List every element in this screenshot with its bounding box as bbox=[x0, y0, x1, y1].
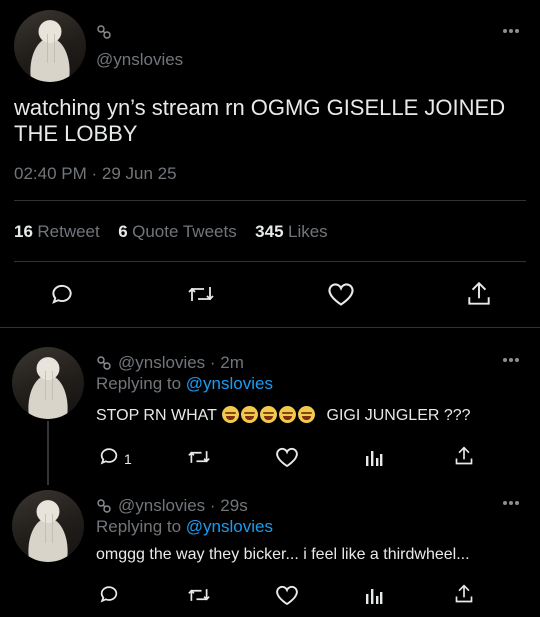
reply-bubble-icon[interactable] bbox=[98, 583, 120, 605]
tweet-text: watching yn’s stream rn OGMG GISELLE JOI… bbox=[14, 95, 505, 147]
reply-text-before: STOP RN WHAT bbox=[96, 407, 217, 424]
heart-icon[interactable] bbox=[327, 281, 355, 307]
reply-header: @ynslovies · 29s bbox=[118, 496, 248, 516]
avatar[interactable] bbox=[12, 490, 84, 562]
link-chain-icon bbox=[96, 355, 112, 371]
avatar[interactable] bbox=[12, 347, 84, 419]
avatar[interactable] bbox=[14, 10, 86, 82]
retweet-icon[interactable] bbox=[187, 446, 211, 468]
quotes-count: 6 bbox=[118, 222, 128, 241]
loudly-crying-emoji-icon bbox=[222, 406, 240, 423]
likes-stat[interactable]: 345 Likes bbox=[255, 222, 328, 241]
heart-icon[interactable] bbox=[275, 446, 299, 468]
reply-time: · 2m bbox=[209, 353, 244, 372]
reply-bubble-icon[interactable] bbox=[98, 445, 120, 467]
loudly-crying-emoji-icon bbox=[298, 406, 316, 423]
tweet-stats: 16 Retweet 6 Quote Tweets 345 Likes bbox=[14, 222, 328, 242]
analytics-bars-icon[interactable] bbox=[365, 585, 383, 605]
share-icon[interactable] bbox=[466, 280, 492, 308]
link-chain-icon bbox=[96, 24, 112, 40]
more-horizontal-icon[interactable] bbox=[502, 357, 520, 363]
reply-header: @ynslovies · 2m bbox=[118, 353, 244, 373]
tweet-time: 02:40 PM bbox=[14, 164, 87, 183]
replying-to-link[interactable]: @ynslovies bbox=[186, 517, 273, 536]
tweet-text-line1: watching yn’s stream rn OGMG GISELLE JOI… bbox=[14, 95, 506, 120]
more-horizontal-icon[interactable] bbox=[502, 28, 520, 34]
tweet-text-line2: THE LOBBY bbox=[14, 121, 138, 146]
loudly-crying-emoji-icon bbox=[279, 406, 297, 423]
reply-count: 1 bbox=[124, 451, 132, 467]
more-horizontal-icon[interactable] bbox=[502, 500, 520, 506]
retweets-stat[interactable]: 16 Retweet bbox=[14, 222, 104, 241]
tweet-handle[interactable]: @ynslovies bbox=[96, 50, 183, 70]
reply-text: omggg the way they bicker... i feel like… bbox=[96, 546, 470, 563]
divider bbox=[14, 261, 526, 262]
reply-text-after: GIGI JUNGLER ??? bbox=[326, 407, 471, 424]
quotes-label: Quote Tweets bbox=[132, 222, 237, 241]
thread-line bbox=[47, 421, 49, 485]
divider bbox=[14, 200, 526, 201]
heart-icon[interactable] bbox=[275, 584, 299, 606]
tweet-date: 29 Jun 25 bbox=[101, 164, 177, 183]
replying-to: Replying to @ynslovies bbox=[96, 517, 273, 537]
retweets-label: Retweet bbox=[37, 222, 100, 241]
link-chain-icon bbox=[96, 498, 112, 514]
share-icon[interactable] bbox=[454, 583, 474, 605]
reply-text: STOP RN WHAT GIGI JUNGLER ??? bbox=[96, 406, 471, 425]
replying-to-link[interactable]: @ynslovies bbox=[186, 374, 273, 393]
reply-handle[interactable]: @ynslovies bbox=[118, 353, 205, 372]
replying-to-prefix: Replying to bbox=[96, 374, 182, 393]
loudly-crying-emoji-icon bbox=[260, 406, 278, 423]
reply-time: · 29s bbox=[209, 496, 248, 515]
quotes-stat[interactable]: 6 Quote Tweets bbox=[118, 222, 241, 241]
retweet-icon[interactable] bbox=[187, 281, 215, 307]
loudly-crying-emoji-icon bbox=[241, 406, 259, 423]
reply-bubble-icon[interactable] bbox=[49, 281, 75, 307]
emoji-group bbox=[221, 406, 320, 424]
separator-dot: · bbox=[91, 164, 98, 183]
replying-to-prefix: Replying to bbox=[96, 517, 182, 536]
retweets-count: 16 bbox=[14, 222, 33, 241]
replying-to: Replying to @ynslovies bbox=[96, 374, 273, 394]
analytics-bars-icon[interactable] bbox=[365, 447, 383, 467]
share-icon[interactable] bbox=[454, 445, 474, 467]
reply-handle[interactable]: @ynslovies bbox=[118, 496, 205, 515]
tweet-timestamp[interactable]: 02:40 PM · 29 Jun 25 bbox=[14, 164, 177, 184]
retweet-icon[interactable] bbox=[187, 584, 211, 606]
likes-count: 345 bbox=[255, 222, 284, 241]
likes-label: Likes bbox=[288, 222, 328, 241]
divider bbox=[0, 327, 540, 328]
